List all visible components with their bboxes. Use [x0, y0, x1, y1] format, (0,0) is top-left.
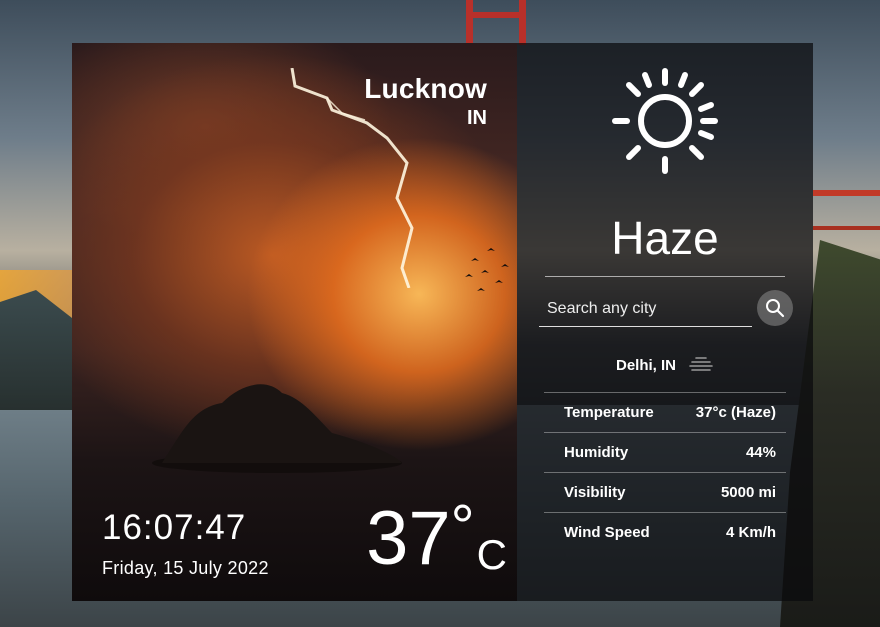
stat-value: 5000 mi	[720, 484, 776, 501]
haze-icon	[689, 357, 713, 371]
weather-details-panel: Haze Delhi, IN	[517, 43, 813, 601]
stat-value: 4 Km/h	[725, 524, 776, 541]
island-illustration	[152, 384, 402, 473]
search-icon	[766, 299, 785, 318]
stat-row-humidity: Humidity 44%	[544, 432, 786, 472]
result-place: Delhi, IN	[615, 356, 676, 374]
current-time: 16:07:47	[102, 508, 247, 547]
stat-row-visibility: Visibility 5000 mi	[544, 472, 786, 512]
unit-label: C	[476, 531, 507, 578]
stat-label: Temperature	[564, 404, 654, 421]
search-button[interactable]	[757, 290, 793, 326]
current-date: Friday, 15 July 2022	[102, 558, 269, 578]
stat-row-temperature: Temperature 37°c (Haze)	[544, 392, 786, 432]
stat-label: Humidity	[564, 444, 629, 461]
city-search	[539, 290, 793, 327]
country-code: IN	[467, 107, 487, 129]
stat-label: Wind Speed	[564, 524, 650, 541]
degree-symbol: °	[450, 493, 475, 560]
divider	[545, 276, 785, 277]
location-heading: Lucknow IN	[364, 73, 487, 130]
temperature-unit: ° C	[451, 497, 507, 579]
weather-condition: Haze	[611, 212, 719, 264]
birds-illustration	[465, 248, 509, 291]
weather-stats: Temperature 37°c (Haze) Humidity 44% Vis…	[544, 392, 786, 552]
city-name: Lucknow	[364, 73, 487, 104]
background-bridge	[813, 190, 880, 230]
weather-card: Lucknow IN 16:07:47 Friday, 15 July 2022…	[72, 43, 813, 601]
search-input[interactable]	[539, 291, 752, 327]
datetime: 16:07:47 Friday, 15 July 2022	[102, 508, 269, 579]
sun-icon	[612, 68, 718, 174]
stat-label: Visibility	[564, 484, 626, 501]
temperature-value: 37	[366, 496, 451, 581]
current-temperature: 37 ° C	[366, 496, 507, 581]
background-bridge-tower	[466, 0, 526, 45]
result-location: Delhi, IN	[517, 356, 813, 374]
stat-value: 44%	[745, 444, 776, 461]
stat-row-wind-speed: Wind Speed 4 Km/h	[544, 512, 786, 552]
stat-value: 37°c (Haze)	[695, 404, 776, 421]
weather-hero-panel: Lucknow IN 16:07:47 Friday, 15 July 2022…	[72, 43, 517, 601]
